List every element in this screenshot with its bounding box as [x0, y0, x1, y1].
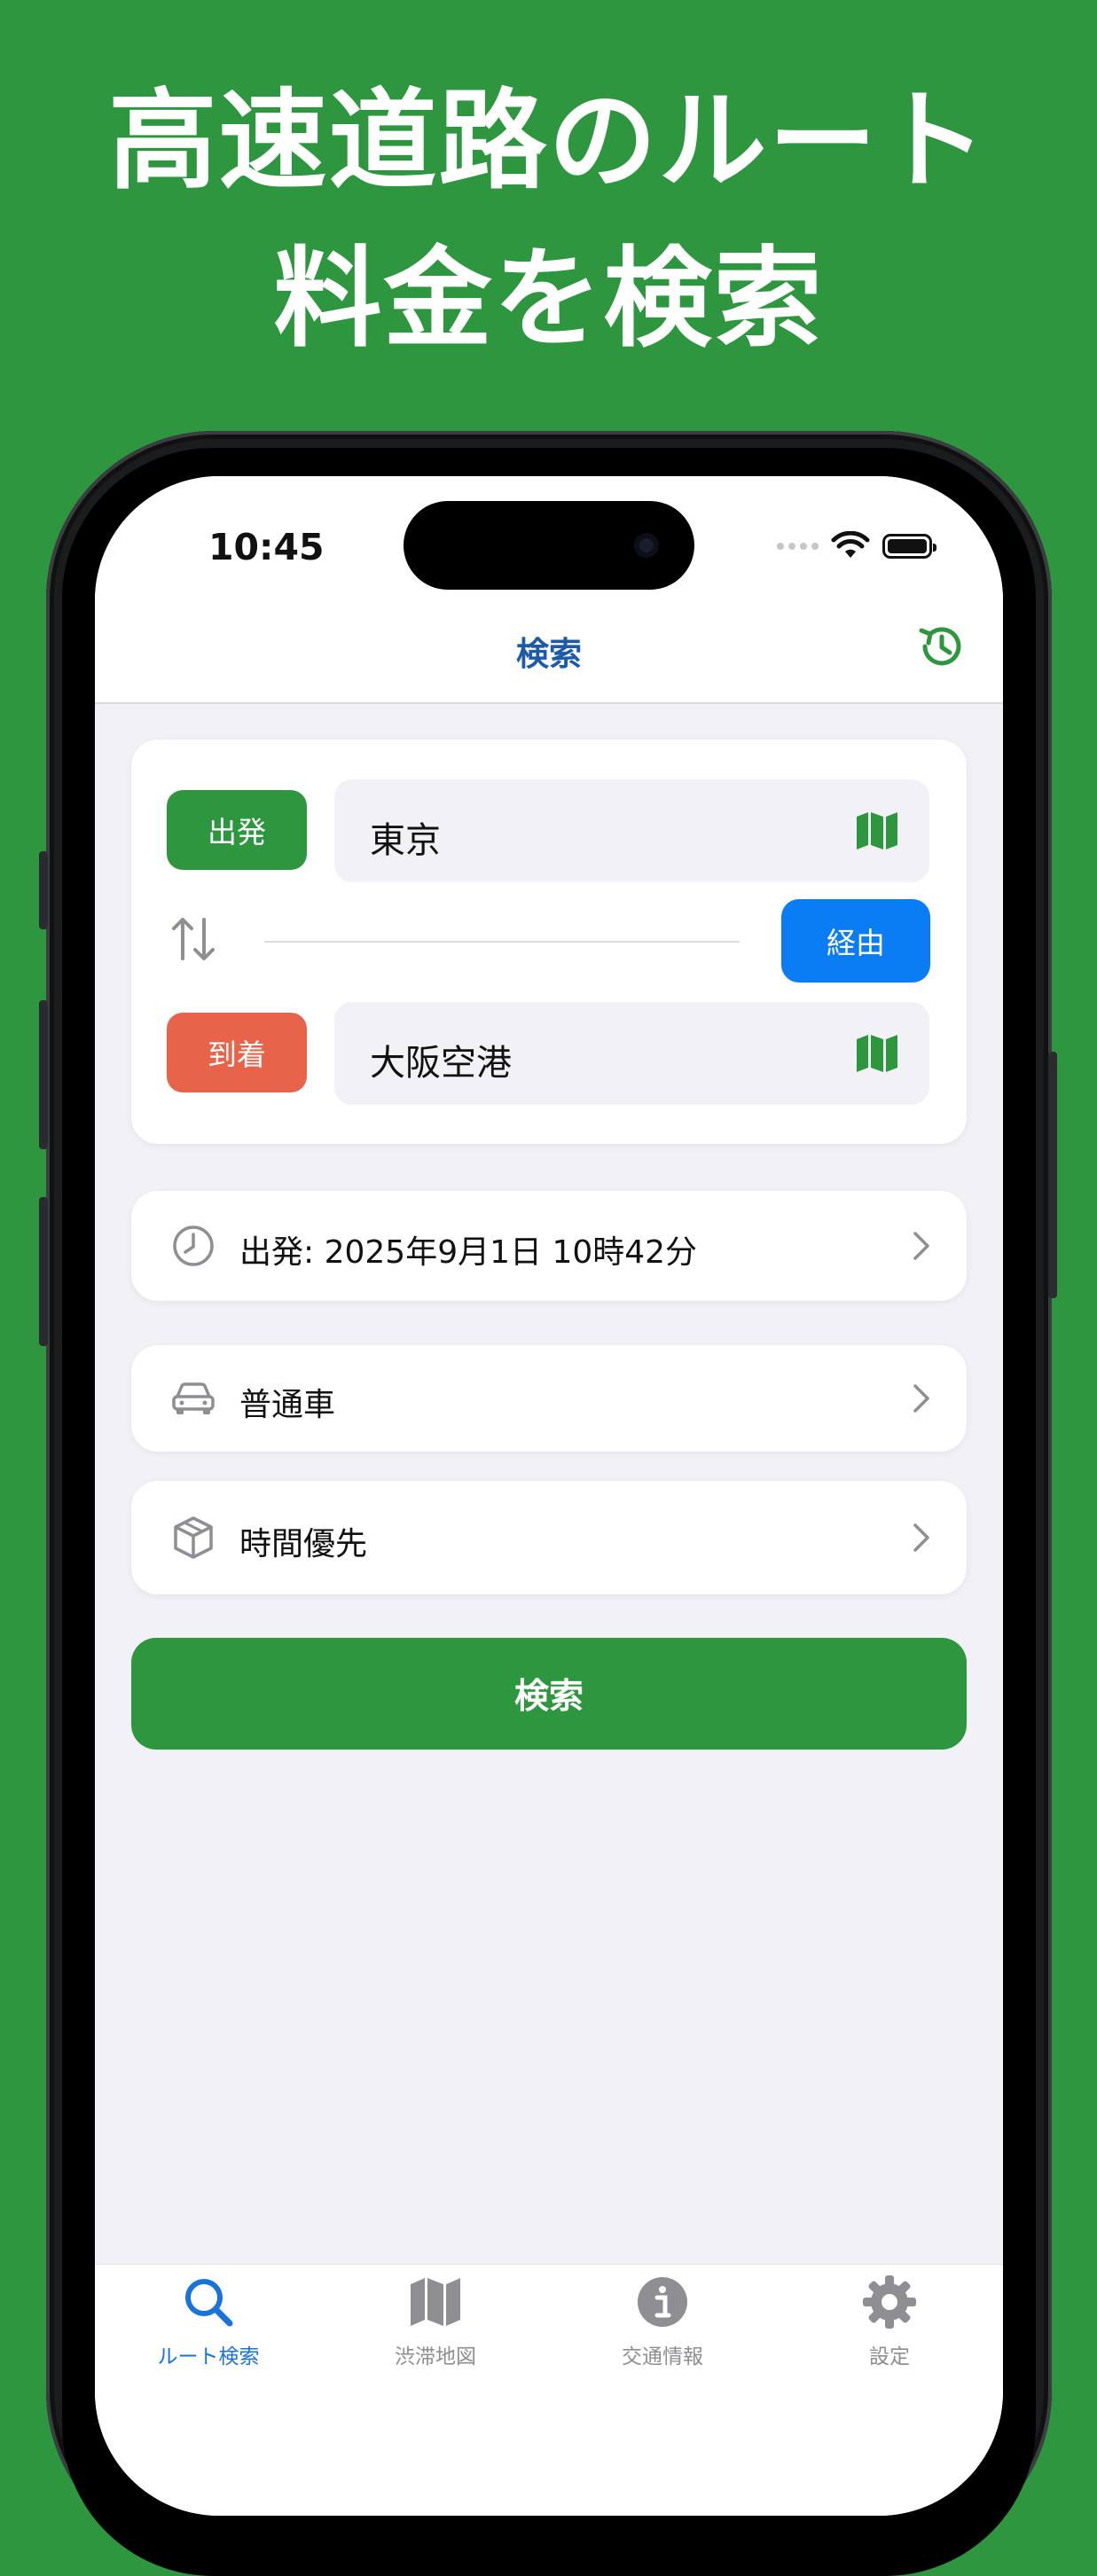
headline-line-1: 高速道路のルート: [108, 78, 989, 204]
vehicle-row[interactable]: 普通車: [131, 1345, 967, 1452]
signal-icon: [777, 543, 819, 550]
gear-icon: [863, 2275, 916, 2329]
headline-line-2: 料金を検索: [273, 236, 824, 362]
car-icon: [172, 1382, 215, 1414]
battery-icon: [882, 534, 936, 559]
info-icon: [638, 2277, 687, 2327]
dynamic-island: [404, 501, 694, 590]
status-icons: [777, 531, 936, 561]
departure-field[interactable]: 東京: [334, 779, 929, 882]
box-icon: [174, 1516, 213, 1559]
tab-label: 交通情報: [622, 2345, 703, 2369]
wifi-icon: [831, 531, 870, 558]
search-button[interactable]: 検索: [131, 1638, 967, 1750]
tab-bar: ルート検索 渋滞地図 交通情報 設定: [95, 2264, 1003, 2516]
map-icon[interactable]: [855, 811, 899, 850]
search-icon: [185, 2279, 233, 2327]
arrival-value: 大阪空港: [370, 1043, 512, 1084]
chevron-right-icon: [913, 1232, 929, 1260]
priority-text: 時間優先: [239, 1526, 368, 1562]
tab-label: 設定: [869, 2345, 910, 2369]
page-title: 検索: [516, 635, 582, 673]
datetime-text: 出発: 2025年9月1日 10時42分: [239, 1234, 698, 1271]
phone-volume-down-button: [39, 1197, 48, 1346]
status-time: 10:45: [208, 526, 325, 568]
swap-icon[interactable]: [168, 914, 218, 964]
chevron-right-icon: [913, 1523, 929, 1552]
tab-congestion-map[interactable]: 渋滞地図: [322, 2274, 549, 2369]
clock-icon: [173, 1225, 214, 1266]
top-bar: 10:45 検索: [95, 476, 1003, 704]
tab-label: 渋滞地図: [395, 2345, 476, 2369]
chevron-right-icon: [913, 1384, 929, 1413]
front-camera: [634, 533, 659, 558]
tab-settings[interactable]: 設定: [776, 2274, 1003, 2369]
priority-row[interactable]: 時間優先: [131, 1481, 967, 1594]
tab-label: ルート検索: [157, 2345, 260, 2369]
arrival-badge: 到着: [167, 1013, 307, 1092]
phone-volume-up-button: [39, 1000, 48, 1149]
departure-value: 東京: [370, 820, 441, 861]
departure-badge: 出発: [167, 790, 307, 870]
app-screen: 10:45 検索 出発 東京 経由 到着 大阪空港 出発: 2025年9月1日 …: [95, 476, 1003, 2516]
datetime-row[interactable]: 出発: 2025年9月1日 10時42分: [131, 1191, 967, 1301]
phone-side-button: [1048, 1052, 1057, 1298]
vehicle-text: 普通車: [239, 1387, 336, 1423]
via-button[interactable]: 経由: [781, 899, 930, 983]
route-card: 出発 東京 経由 到着 大阪空港: [131, 740, 967, 1144]
route-divider: [264, 941, 740, 943]
map-icon: [411, 2278, 460, 2326]
phone-action-button: [39, 851, 48, 929]
map-icon[interactable]: [855, 1034, 899, 1073]
arrival-field[interactable]: 大阪空港: [334, 1002, 929, 1105]
tab-route-search[interactable]: ルート検索: [95, 2274, 322, 2369]
history-icon[interactable]: [914, 620, 968, 673]
tab-traffic-info[interactable]: 交通情報: [549, 2274, 776, 2369]
promo-headline: 高速道路のルート 料金を検索: [0, 62, 1097, 378]
